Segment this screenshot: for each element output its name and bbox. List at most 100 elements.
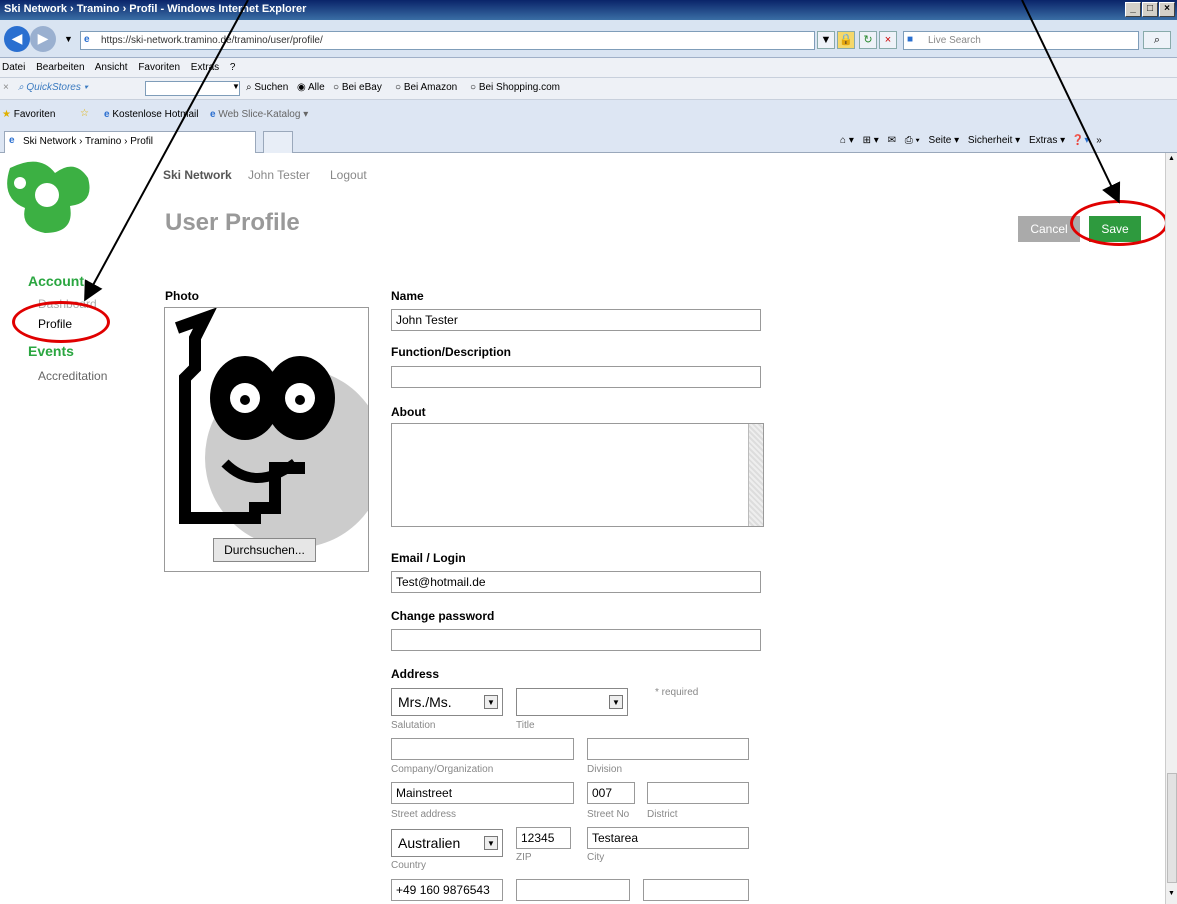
sidebar-section-events: Events	[28, 343, 74, 359]
salutation-select[interactable]: Mrs./Ms. ▼	[391, 688, 503, 716]
lock-icon[interactable]: 🔒	[837, 31, 855, 49]
quickstores-toolbar: × ⌕ QuickStores ▾ ▼ ⌕ Suchen ◉ Alle ○ Be…	[0, 77, 1177, 99]
url-field[interactable]: e https://ski-network.tramino.de/tramino…	[80, 31, 815, 50]
minimize-button[interactable]: _	[1125, 2, 1141, 17]
menu-bar: Datei Bearbeiten Ansicht Favoriten Extra…	[0, 58, 1177, 77]
print-icon[interactable]: ⎙ ▾	[905, 135, 920, 146]
page-menu[interactable]: Seite ▾	[929, 135, 960, 146]
email-field[interactable]: Test@hotmail.de	[391, 571, 761, 593]
about-textarea[interactable]	[391, 423, 764, 527]
favorite-hotmail[interactable]: e Kostenlose Hotmail	[104, 109, 199, 120]
scroll-thumb[interactable]	[1167, 773, 1177, 883]
extras-menu[interactable]: Extras ▾	[1029, 135, 1065, 146]
address-label: Address	[391, 667, 440, 681]
tab-bar: e Ski Network › Tramino › Profil ⌂ ▾ ⊞ ▾…	[0, 129, 1177, 153]
page-scrollbar[interactable]: ▲ ▼	[1165, 153, 1177, 904]
nav-ski-network[interactable]: Ski Network	[163, 168, 232, 182]
phone-field-2[interactable]	[516, 879, 630, 901]
ie-page-icon: e	[210, 109, 216, 120]
avatar-image	[174, 307, 385, 548]
search-icon[interactable]: ⌕	[1143, 31, 1171, 49]
feeds-icon[interactable]: ⊞ ▾	[863, 135, 879, 146]
quickstores-search-button[interactable]: ⌕ Suchen	[246, 82, 288, 93]
menu-item-extras[interactable]: Extras	[191, 62, 219, 73]
street-no-field[interactable]: 007	[587, 782, 635, 804]
maximize-button[interactable]: □	[1142, 2, 1158, 17]
stop-icon[interactable]: ×	[879, 31, 897, 49]
nav-user-name[interactable]: John Tester	[248, 168, 310, 182]
function-label: Function/Description	[391, 345, 511, 359]
favorites-bar: ★ Favoriten ☆ e Kostenlose Hotmail e Web…	[0, 99, 1177, 129]
quickstores-dropdown-icon[interactable]: ▼	[232, 82, 240, 91]
radio-all[interactable]: ◉ Alle	[297, 82, 325, 93]
mail-icon[interactable]: ✉	[888, 135, 896, 146]
ie-tab-icon: e	[9, 135, 15, 146]
photo-frame: Durchsuchen...	[164, 307, 385, 572]
more-commands-icon[interactable]: »	[1096, 135, 1102, 146]
district-label: District	[647, 809, 678, 820]
new-tab-button[interactable]	[263, 131, 293, 153]
menu-item-favorites[interactable]: Favoriten	[138, 62, 180, 73]
street-no-label: Street No	[587, 809, 630, 820]
nav-logout[interactable]: Logout	[330, 168, 367, 182]
division-label: Division	[587, 764, 623, 775]
close-toolbar-icon[interactable]: ×	[3, 82, 9, 93]
history-dropdown-icon[interactable]: ▼	[64, 34, 73, 44]
title-select[interactable]: ▼	[516, 688, 628, 716]
phone-field-3[interactable]	[643, 879, 749, 901]
quickstores-input[interactable]	[145, 81, 240, 96]
add-favorite-icon[interactable]: ☆	[80, 108, 89, 119]
close-button[interactable]: ×	[1159, 2, 1175, 17]
password-field[interactable]	[391, 629, 761, 651]
menu-item-file[interactable]: Datei	[2, 62, 25, 73]
division-field[interactable]	[587, 738, 749, 760]
scroll-down-icon[interactable]: ▼	[1166, 890, 1177, 902]
radio-amazon[interactable]: ○ Bei Amazon	[395, 82, 457, 93]
forward-icon[interactable]: ▶	[30, 26, 56, 52]
browse-photo-button[interactable]: Durchsuchen...	[213, 538, 316, 562]
tab-profil[interactable]: e Ski Network › Tramino › Profil	[4, 131, 256, 153]
ie-page-icon: e	[104, 109, 110, 120]
url-dropdown-icon[interactable]: ▼	[817, 31, 835, 49]
radio-shopping[interactable]: ○ Bei Shopping.com	[470, 82, 560, 93]
home-icon[interactable]: ⌂ ▾	[840, 135, 854, 146]
live-search-input[interactable]: ■ Live Search	[903, 31, 1139, 50]
scroll-up-icon[interactable]: ▲	[1166, 155, 1177, 167]
chevron-down-icon: ▼	[609, 695, 623, 709]
favorite-webslice[interactable]: e Web Slice-Katalog ▾	[210, 109, 308, 120]
help-icon[interactable]: ❓▾	[1072, 135, 1089, 146]
zip-field[interactable]: 12345	[516, 827, 571, 849]
country-label: Country	[391, 860, 427, 871]
salutation-label: Salutation	[391, 720, 436, 731]
security-menu[interactable]: Sicherheit ▾	[968, 135, 1020, 146]
email-label: Email / Login	[391, 551, 466, 565]
star-icon: ★	[2, 109, 11, 120]
menu-item-help[interactable]: ?	[230, 62, 236, 73]
back-icon[interactable]: ◀	[4, 26, 30, 52]
password-label: Change password	[391, 609, 495, 623]
ie-page-icon: e	[84, 34, 90, 45]
refresh-icon[interactable]: ↻	[859, 31, 877, 49]
zip-label: ZIP	[516, 852, 532, 863]
photo-label: Photo	[165, 289, 199, 303]
country-select[interactable]: Australien ▼	[391, 829, 503, 857]
chevron-down-icon: ▼	[484, 836, 498, 850]
name-field[interactable]: John Tester	[391, 309, 761, 331]
district-field[interactable]	[647, 782, 749, 804]
quickstores-label[interactable]: ⌕ QuickStores ▾	[18, 82, 88, 93]
address-bar-row: ◀ ▶ ▼ e https://ski-network.tramino.de/t…	[0, 20, 1177, 58]
phone-field[interactable]: +49 160 9876543	[391, 879, 503, 901]
menu-item-view[interactable]: Ansicht	[95, 62, 128, 73]
menu-item-edit[interactable]: Bearbeiten	[36, 62, 84, 73]
favorites-button[interactable]: ★ Favoriten	[2, 109, 55, 120]
city-field[interactable]: Testarea	[587, 827, 749, 849]
function-field[interactable]	[391, 366, 761, 388]
radio-ebay[interactable]: ○ Bei eBay	[333, 82, 382, 93]
street-field[interactable]: Mainstreet	[391, 782, 574, 804]
sidebar-item-accreditation[interactable]: Accreditation	[38, 369, 107, 383]
company-field[interactable]	[391, 738, 574, 760]
name-label: Name	[391, 289, 424, 303]
window-title: Ski Network › Tramino › Profil - Windows…	[4, 3, 307, 15]
about-scrollbar[interactable]	[748, 424, 763, 526]
sidebar-section-account: Account	[28, 273, 84, 289]
